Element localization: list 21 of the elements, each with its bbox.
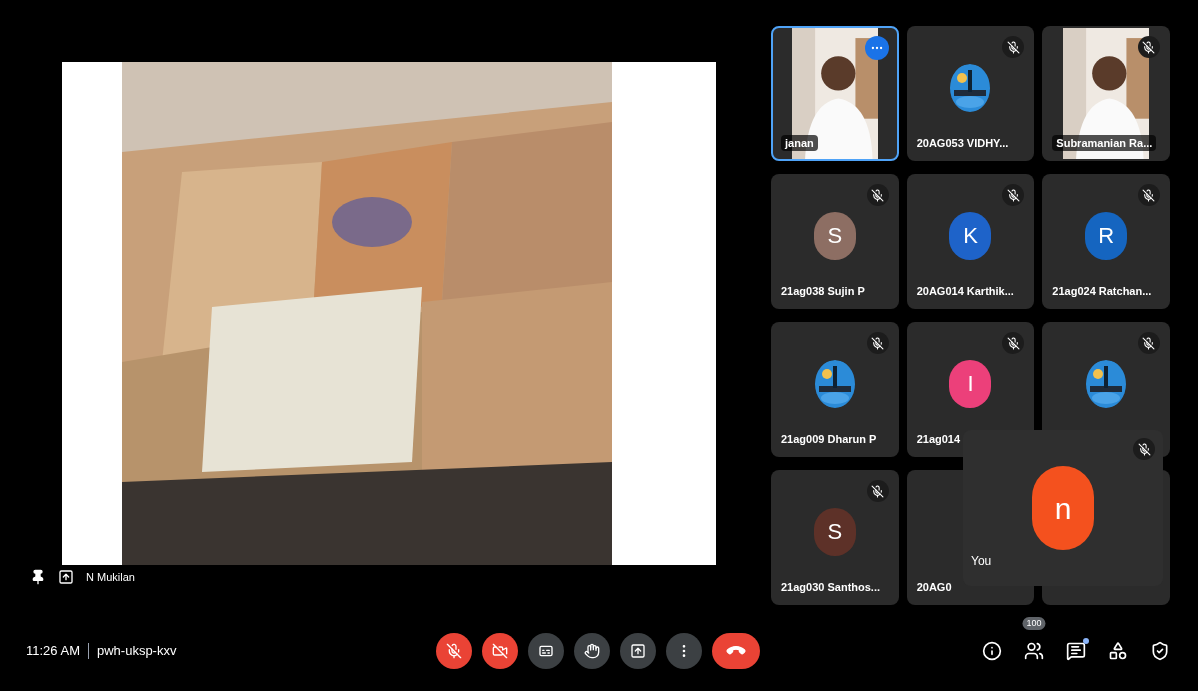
participant-count: 100 [1022,616,1046,630]
avatar-initial: n [1032,466,1094,550]
avatar-initial: I [949,359,992,408]
avatar-initial: R [1085,211,1128,260]
participant-name: janan [781,134,818,151]
avatar-initial: S [813,211,856,260]
presenter-name: N Mukilan [86,570,135,585]
avatar-initial: K [949,211,992,260]
participant-name: 21ag009 Dharun P [781,431,877,447]
participant-name: 20AG014 Karthik... [916,283,1014,299]
participant-name: 21ag014 [916,431,961,447]
participant-name: 20AG0 [916,579,952,595]
self-view-label: You [971,553,992,570]
avatar-initial: S [813,507,856,556]
participant-name: 21ag030 Santhos... [781,579,881,595]
participant-name: Subramanian Ra... [1052,134,1157,151]
participant-name: 20AG053 VIDHY... [916,135,1009,151]
participant-name: 21ag024 Ratchan... [1052,283,1152,299]
meeting-code: pwh-uksp-kxv [96,641,177,660]
meeting-time: 11:26 AM [26,641,80,660]
participant-name: 21ag038 Sujin P [781,283,865,299]
